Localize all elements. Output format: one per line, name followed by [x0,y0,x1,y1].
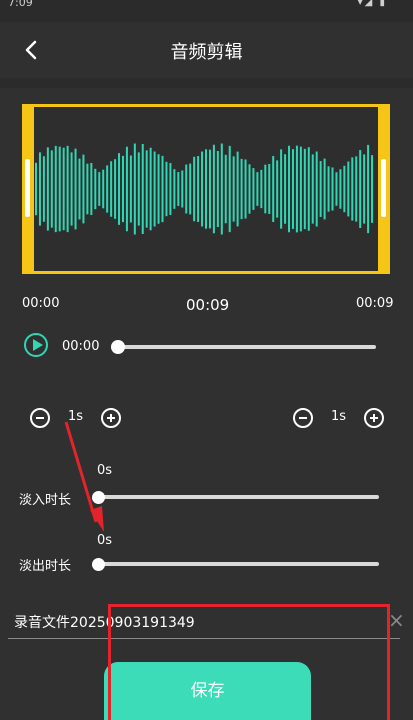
plus-bar [373,414,375,422]
fade-in-slider[interactable] [98,495,379,499]
play-icon [33,339,43,351]
filename-input[interactable]: 录音文件20250903191349 [14,612,195,632]
handle-grip [381,159,386,217]
minus-circle-icon [36,417,44,419]
fade-in-label: 淡入时长 [19,493,72,508]
page-title: 音频剪辑 [170,42,243,63]
play-button[interactable] [24,333,48,357]
fade-in-decrease-button[interactable] [30,408,50,428]
start-time-label: 00:00 [22,296,60,311]
header-bar: 音频剪辑 [0,22,413,78]
fade-in-increase-button[interactable] [101,408,121,428]
fade-in-slider-thumb[interactable] [92,491,105,504]
playback-position: 00:00 [62,339,100,354]
fade-out-decrease-button[interactable] [293,408,313,428]
current-time-label: 00:09 [186,296,230,314]
trim-start-handle[interactable] [22,104,34,274]
fade-in-value: 0s [97,463,113,478]
close-icon[interactable]: × [388,608,405,632]
fade-out-slider-thumb[interactable] [92,558,105,571]
save-button[interactable]: 保存 [104,662,311,720]
fade-out-slider[interactable] [98,562,379,566]
end-time-label: 00:09 [356,296,394,311]
fade-out-increase-button[interactable] [364,408,384,428]
status-time: 7:09 [8,0,33,9]
minus-circle-icon [299,417,307,419]
seek-bar[interactable] [118,345,376,349]
waveform [35,143,374,235]
filename-field[interactable]: 录音文件20250903191349 × [0,602,413,640]
fade-in-step-value: 1s [68,409,84,424]
seek-thumb[interactable] [111,340,125,354]
fade-out-value: 0s [97,533,113,548]
fade-out-step-value: 1s [331,409,347,424]
status-bar: 7:09 ▾◢ ▮ [0,0,413,14]
field-underline [8,638,400,639]
trim-end-handle[interactable] [378,104,390,274]
handle-grip [25,159,30,217]
fade-out-label: 淡出时长 [19,559,72,574]
plus-bar [110,414,112,422]
status-icons: ▾◢ ▮ [357,0,387,8]
